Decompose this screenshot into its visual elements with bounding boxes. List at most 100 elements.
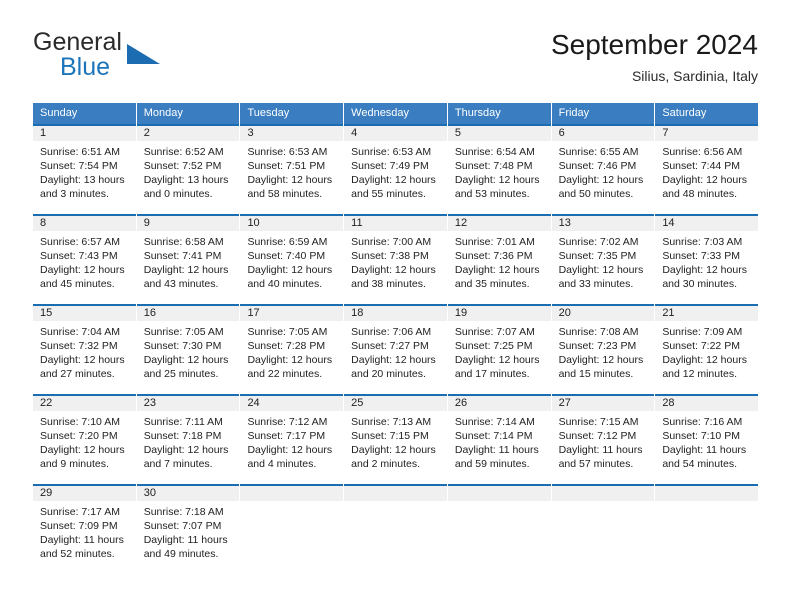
brand-logo[interactable]: General Blue	[33, 28, 263, 86]
daylight-text-line2: and 57 minutes.	[558, 458, 634, 470]
sunrise-text: Sunrise: 6:56 AM	[662, 146, 743, 158]
day-cell-13[interactable]: 13 Sunrise: 7:02 AM Sunset: 7:35 PM Dayligh…	[551, 214, 655, 304]
daylight-text-line1: Daylight: 12 hours	[558, 354, 644, 366]
day-cell-5[interactable]: 5 Sunrise: 6:54 AM Sunset: 7:48 PM Daylight…	[447, 124, 551, 214]
day-number-band: 28	[655, 394, 759, 411]
day-cell-29[interactable]: 29 Sunrise: 7:17 AM Sunset: 7:09 PM Dayligh…	[33, 484, 136, 574]
day-cell-1[interactable]: 1 Sunrise: 6:51 AM Sunset: 7:54 PM Daylight…	[33, 124, 136, 214]
sunset-text: Sunset: 7:49 PM	[351, 160, 429, 172]
day-cell-17[interactable]: 17 Sunrise: 7:05 AM Sunset: 7:28 PM Dayligh…	[240, 304, 344, 394]
daylight-text-line1: Daylight: 12 hours	[351, 174, 436, 186]
sunset-text: Sunset: 7:07 PM	[143, 520, 222, 532]
calendar-grid: Sunday Monday Tuesday Wednesday Thursday Frid…	[33, 103, 759, 574]
daylight-text-line2: and 40 minutes.	[247, 278, 323, 290]
day-details: Sunrise: 7:04 AM Sunset: 7:32 PM Daylight:…	[33, 321, 136, 381]
daylight-text-line1: Daylight: 12 hours	[40, 354, 125, 366]
day-cell-27[interactable]: 27 Sunrise: 7:15 AM Sunset: 7:12 PM Dayligh…	[551, 394, 655, 484]
day-cell-25[interactable]: 25 Sunrise: 7:13 AM Sunset: 7:15 PM Dayligh…	[344, 394, 447, 484]
daylight-text-line1: Daylight: 11 hours	[662, 444, 747, 456]
day-number-band: 16	[136, 304, 240, 321]
sunset-text: Sunset: 7:20 PM	[40, 430, 118, 442]
daylight-text-line2: and 43 minutes.	[143, 278, 219, 290]
sunrise-text: Sunrise: 7:01 AM	[454, 236, 535, 248]
brand-name-general: General	[33, 28, 122, 56]
day-cell-empty	[240, 484, 344, 574]
day-cell-3[interactable]: 3 Sunrise: 6:53 AM Sunset: 7:51 PM Daylight…	[240, 124, 344, 214]
daylight-text-line2: and 2 minutes.	[351, 458, 421, 470]
day-number-band: 21	[655, 304, 759, 321]
daylight-text-line1: Daylight: 11 hours	[143, 534, 228, 546]
sunset-text: Sunset: 7:10 PM	[662, 430, 740, 442]
sunset-text: Sunset: 7:44 PM	[662, 160, 740, 172]
daylight-text-line2: and 17 minutes.	[454, 368, 530, 380]
weekday-header-thursday: Thursday	[447, 103, 551, 124]
sunset-text: Sunset: 7:35 PM	[558, 250, 637, 262]
sunrise-text: Sunrise: 6:57 AM	[40, 236, 120, 248]
day-cell-15[interactable]: 15 Sunrise: 7:04 AM Sunset: 7:32 PM Dayligh…	[33, 304, 136, 394]
day-number-band: 12	[447, 214, 551, 231]
day-cell-4[interactable]: 4 Sunrise: 6:53 AM Sunset: 7:49 PM Daylight…	[344, 124, 447, 214]
day-cell-16[interactable]: 16 Sunrise: 7:05 AM Sunset: 7:30 PM Dayligh…	[136, 304, 240, 394]
day-number: 19	[454, 307, 468, 319]
sunset-text: Sunset: 7:38 PM	[351, 250, 429, 262]
day-cell-14[interactable]: 14 Sunrise: 7:03 AM Sunset: 7:33 PM Dayligh…	[655, 214, 759, 304]
day-cell-22[interactable]: 22 Sunrise: 7:10 AM Sunset: 7:20 PM Dayligh…	[33, 394, 136, 484]
day-cell-10[interactable]: 10 Sunrise: 6:59 AM Sunset: 7:40 PM Dayligh…	[240, 214, 344, 304]
day-number: 29	[40, 487, 53, 499]
day-cell-28[interactable]: 28 Sunrise: 7:16 AM Sunset: 7:10 PM Dayligh…	[655, 394, 759, 484]
day-details: Sunrise: 7:11 AM Sunset: 7:18 PM Daylight:…	[137, 411, 240, 471]
daylight-text-line2: and 7 minutes.	[143, 458, 213, 470]
sunset-text: Sunset: 7:41 PM	[143, 250, 222, 262]
sunrise-text: Sunrise: 7:07 AM	[454, 326, 535, 338]
day-cell-empty	[447, 484, 551, 574]
day-cell-20[interactable]: 20 Sunrise: 7:08 AM Sunset: 7:23 PM Dayligh…	[551, 304, 655, 394]
day-cell-empty	[551, 484, 655, 574]
day-cell-11[interactable]: 11 Sunrise: 7:00 AM Sunset: 7:38 PM Dayligh…	[344, 214, 447, 304]
day-cell-12[interactable]: 12 Sunrise: 7:01 AM Sunset: 7:36 PM Dayligh…	[447, 214, 551, 304]
daylight-text-line1: Daylight: 12 hours	[558, 174, 644, 186]
sunset-text: Sunset: 7:23 PM	[558, 340, 637, 352]
day-cell-19[interactable]: 19 Sunrise: 7:07 AM Sunset: 7:25 PM Dayligh…	[447, 304, 551, 394]
day-details: Sunrise: 6:56 AM Sunset: 7:44 PM Daylight:…	[655, 141, 758, 201]
day-details: Sunrise: 7:13 AM Sunset: 7:15 PM Daylight:…	[344, 411, 447, 471]
day-cell-23[interactable]: 23 Sunrise: 7:11 AM Sunset: 7:18 PM Dayligh…	[136, 394, 240, 484]
day-number-band: 17	[240, 304, 344, 321]
sunset-text: Sunset: 7:54 PM	[40, 160, 118, 172]
day-number: 11	[351, 217, 363, 229]
day-number: 1	[40, 127, 47, 139]
day-details: Sunrise: 7:15 AM Sunset: 7:12 PM Daylight:…	[552, 411, 655, 471]
sunrise-text: Sunrise: 7:16 AM	[662, 416, 743, 428]
day-number-band: 1	[33, 124, 136, 141]
day-details: Sunrise: 6:59 AM Sunset: 7:40 PM Daylight:…	[240, 231, 343, 291]
sunrise-text: Sunrise: 7:12 AM	[247, 416, 328, 428]
daylight-text-line2: and 55 minutes.	[351, 188, 426, 200]
day-cell-24[interactable]: 24 Sunrise: 7:12 AM Sunset: 7:17 PM Dayligh…	[240, 394, 344, 484]
day-number-band: 27	[551, 394, 655, 411]
sunrise-text: Sunrise: 6:59 AM	[247, 236, 328, 248]
day-cell-26[interactable]: 26 Sunrise: 7:14 AM Sunset: 7:14 PM Dayligh…	[447, 394, 551, 484]
day-cell-21[interactable]: 21 Sunrise: 7:09 AM Sunset: 7:22 PM Dayligh…	[655, 304, 759, 394]
day-cell-18[interactable]: 18 Sunrise: 7:06 AM Sunset: 7:27 PM Dayligh…	[344, 304, 447, 394]
day-cell-8[interactable]: 8 Sunrise: 6:57 AM Sunset: 7:43 PM Daylight…	[33, 214, 136, 304]
sunrise-text: Sunrise: 6:51 AM	[40, 146, 120, 158]
day-details: Sunrise: 7:10 AM Sunset: 7:20 PM Daylight:…	[33, 411, 136, 471]
day-number-band: 2	[136, 124, 240, 141]
day-cell-2[interactable]: 2 Sunrise: 6:52 AM Sunset: 7:52 PM Daylight…	[136, 124, 240, 214]
day-number: 28	[662, 397, 675, 409]
day-number: 26	[454, 397, 468, 409]
sunset-text: Sunset: 7:18 PM	[143, 430, 222, 442]
calendar-week-row: 29 Sunrise: 7:17 AM Sunset: 7:09 PM Dayligh…	[33, 484, 759, 574]
sunrise-text: Sunrise: 7:08 AM	[558, 326, 639, 338]
day-cell-6[interactable]: 6 Sunrise: 6:55 AM Sunset: 7:46 PM Daylight…	[551, 124, 655, 214]
day-number: 5	[454, 127, 461, 139]
day-cell-9[interactable]: 9 Sunrise: 6:58 AM Sunset: 7:41 PM Daylight…	[136, 214, 240, 304]
daylight-text-line2: and 20 minutes.	[351, 368, 426, 380]
sunset-text: Sunset: 7:51 PM	[247, 160, 326, 172]
day-cell-30[interactable]: 30 Sunrise: 7:18 AM Sunset: 7:07 PM Dayligh…	[136, 484, 240, 574]
daylight-text-line2: and 22 minutes.	[247, 368, 323, 380]
daylight-text-line1: Daylight: 12 hours	[40, 444, 125, 456]
sunrise-text: Sunrise: 7:15 AM	[558, 416, 639, 428]
day-cell-7[interactable]: 7 Sunrise: 6:56 AM Sunset: 7:44 PM Daylight…	[655, 124, 759, 214]
weekday-header-wednesday: Wednesday	[344, 103, 447, 124]
sunrise-text: Sunrise: 6:52 AM	[143, 146, 224, 158]
